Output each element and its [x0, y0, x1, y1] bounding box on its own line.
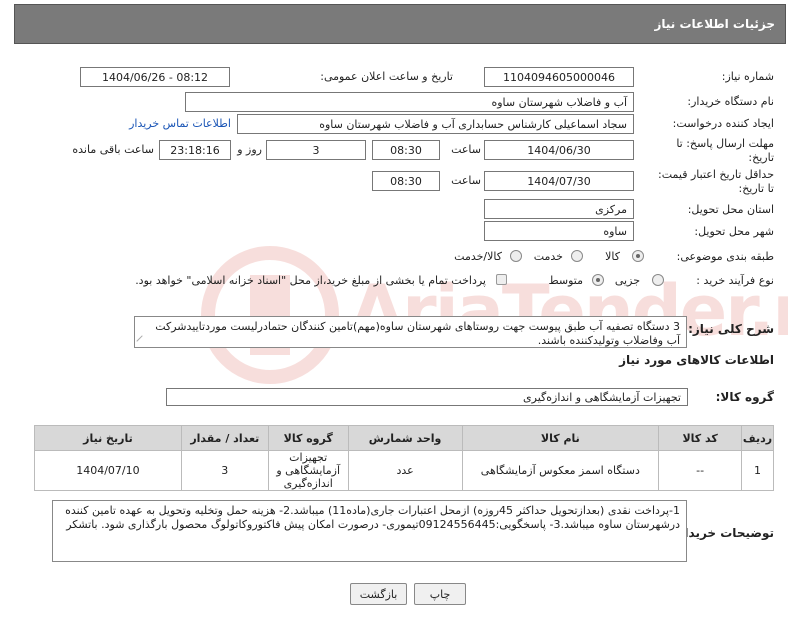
process-radio-medium[interactable] [592, 274, 604, 286]
table-header-row: ردیف کد کالا نام کالا واحد شمارش گروه کا… [34, 425, 774, 451]
price-validity-time-label: ساعت [451, 174, 481, 187]
category-radio-goods[interactable] [632, 250, 644, 262]
category-option-goods-service: کالا/خدمت [454, 250, 502, 263]
process-type-label: نوع فرآیند خرید : [696, 274, 774, 287]
page-title-bar: جزئیات اطلاعات نیاز [14, 4, 786, 44]
send-deadline-label-line1: مهلت ارسال پاسخ: تا [676, 137, 774, 150]
page-title: جزئیات اطلاعات نیاز [654, 17, 775, 31]
cell-qty: 3 [180, 450, 269, 491]
treasury-bonds-note: پرداخت تمام یا بخشی از مبلغ خرید،از محل … [135, 274, 486, 287]
delivery-city-field: ساوه [484, 221, 634, 241]
delivery-city-label: شهر محل تحویل: [694, 225, 774, 238]
price-validity-time-field: 08:30 [372, 171, 440, 191]
back-button[interactable]: بازگشت [350, 583, 407, 605]
table-row: 1 -- دستگاه اسمز معکوس آزمایشگاهی عدد تج… [34, 450, 774, 491]
category-radio-service[interactable] [571, 250, 583, 262]
price-validity-label-line2: تا تاریخ: [738, 182, 774, 195]
col-header-date: تاریخ نیاز [34, 425, 182, 451]
items-table: ردیف کد کالا نام کالا واحد شمارش گروه کا… [34, 425, 774, 491]
process-option-medium: متوسط [548, 274, 583, 287]
cell-unit: عدد [347, 450, 463, 491]
cell-date: 1404/07/10 [34, 450, 182, 491]
print-button[interactable]: چاپ [414, 583, 466, 605]
buyer-contact-link[interactable]: اطلاعات تماس خریدار [129, 117, 231, 130]
buyer-org-label: نام دستگاه خریدار: [687, 95, 774, 108]
need-number-label: شماره نیاز: [721, 70, 774, 83]
send-deadline-days-label: روز و [237, 143, 262, 156]
creator-label: ایجاد کننده درخواست: [672, 117, 774, 130]
send-deadline-days-field: 3 [266, 140, 366, 160]
cell-group: تجهیزات آزمایشگاهی و اندازه‌گیری [267, 450, 349, 491]
remaining-time-field: 23:18:16 [159, 140, 231, 160]
buyer-notes-label: توضیحات خریدار: [672, 526, 774, 540]
buyer-notes-text: 1-پرداخت نقدی (بعدازتحویل حداکثر 45روزه)… [65, 504, 680, 531]
summary-label: شرح کلی نیاز: [688, 322, 774, 336]
category-option-goods: کالا [605, 250, 620, 263]
col-header-qty: تعداد / مقدار [180, 425, 269, 451]
category-option-service: خدمت [533, 250, 563, 263]
col-header-group: گروه کالا [267, 425, 349, 451]
send-deadline-time-label: ساعت [451, 143, 481, 156]
send-deadline-label-line2: تاریخ: [748, 151, 774, 164]
summary-textarea: 3 دستگاه تصفیه آب طبق پیوست جهت روستاهای… [134, 316, 687, 348]
goods-group-field: تجهیزات آزمایشگاهی و اندازه‌گیری [166, 388, 688, 406]
cell-row-number: 1 [741, 450, 774, 491]
category-label: طبقه بندی موضوعی: [676, 250, 774, 263]
announce-datetime-label: تاریخ و ساعت اعلان عمومی: [320, 70, 453, 83]
process-option-minor: جزیی [614, 274, 640, 287]
watermark-logo-icon [201, 246, 339, 384]
announce-datetime-field: 1404/06/26 - 08:12 [80, 67, 230, 87]
goods-section-heading: اطلاعات کالاهای مورد نیاز [619, 353, 774, 367]
cell-code: -- [658, 450, 743, 491]
delivery-province-field: مرکزی [484, 199, 634, 219]
send-deadline-date-field: 1404/06/30 [484, 140, 634, 160]
price-validity-label-line1: حداقل تاریخ اعتبار قیمت: [658, 168, 774, 181]
goods-group-label: گروه کالا: [715, 390, 774, 404]
col-header-row-number: ردیف [741, 425, 774, 451]
treasury-bonds-checkbox[interactable] [496, 274, 507, 285]
need-number-field: 1104094605000046 [484, 67, 634, 87]
resize-grip-icon [136, 335, 148, 347]
remaining-time-label: ساعت باقی مانده [72, 143, 154, 156]
send-deadline-time-field: 08:30 [372, 140, 440, 160]
price-validity-date-field: 1404/07/30 [484, 171, 634, 191]
delivery-province-label: استان محل تحویل: [687, 203, 774, 216]
cell-name: دستگاه اسمز معکوس آزمایشگاهی [461, 450, 660, 491]
process-radio-minor[interactable] [652, 274, 664, 286]
col-header-code: کد کالا [658, 425, 743, 451]
creator-field: سجاد اسماعیلی کارشناس حسابداری آب و فاضل… [237, 114, 634, 134]
col-header-name: نام کالا [461, 425, 660, 451]
buyer-notes-textarea: 1-پرداخت نقدی (بعدازتحویل حداکثر 45روزه)… [52, 500, 687, 562]
category-radio-goods-service[interactable] [510, 250, 522, 262]
col-header-unit: واحد شمارش [347, 425, 463, 451]
buyer-org-field: آب و فاضلاب شهرستان ساوه [185, 92, 634, 112]
summary-text: 3 دستگاه تصفیه آب طبق پیوست جهت روستاهای… [155, 320, 680, 347]
